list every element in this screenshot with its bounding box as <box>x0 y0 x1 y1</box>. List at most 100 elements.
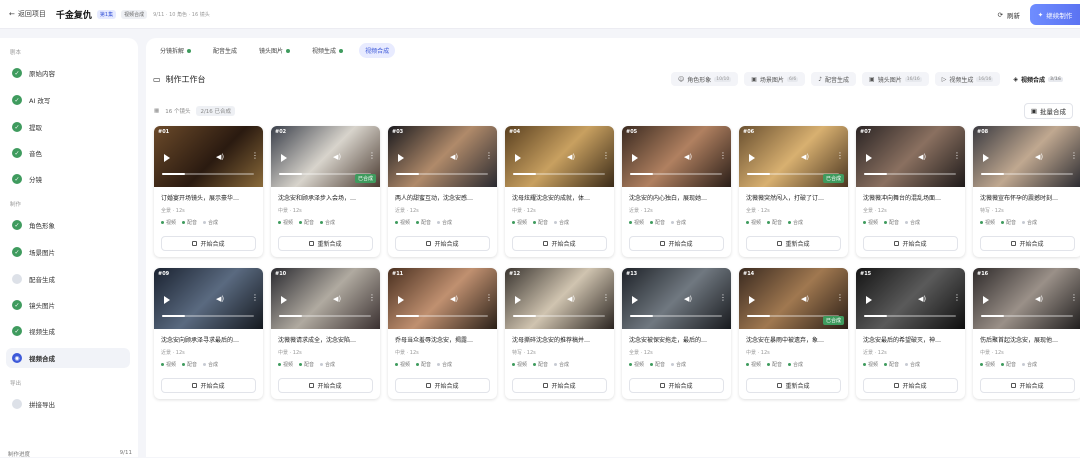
sidebar-item-storyboard[interactable]: ✓ 分镜 <box>12 174 42 184</box>
play-icon[interactable] <box>632 296 638 304</box>
sidebar-item-source[interactable]: ✓ 原始内容 <box>12 68 55 78</box>
volume-icon[interactable]: ◀) <box>1035 153 1043 161</box>
playback-progress[interactable] <box>864 173 956 175</box>
shot-video-thumbnail[interactable]: #07 ◀) ⋮ <box>856 126 965 187</box>
sidebar-item-characters[interactable]: ✓ 角色形象 <box>12 220 55 230</box>
volume-icon[interactable]: ◀) <box>918 295 926 303</box>
shot-video-thumbnail[interactable]: #06 ◀) ⋮ 已合成 <box>739 126 848 187</box>
sidebar-item-video-gen[interactable]: ✓ 视频生成 <box>12 326 55 336</box>
sidebar-item-shot-images[interactable]: ✓ 镜头图片 <box>12 300 55 310</box>
play-icon[interactable] <box>866 154 872 162</box>
compose-button[interactable]: 重新合成 <box>278 236 373 251</box>
shot-video-thumbnail[interactable]: #05 ◀) ⋮ <box>622 126 731 187</box>
volume-icon[interactable]: ◀) <box>801 153 809 161</box>
step-characters[interactable]: ☺ 角色形象 10/10 <box>671 72 739 86</box>
shot-video-thumbnail[interactable]: #03 ◀) ⋮ <box>388 126 497 187</box>
shot-card[interactable]: #05 ◀) ⋮ 沈念安的内心独白，展现她… 近景 · 12s 视频 配音 合成 开始合成 <box>622 126 731 257</box>
playback-progress[interactable] <box>396 315 488 317</box>
volume-icon[interactable]: ◀) <box>918 153 926 161</box>
more-vertical-icon[interactable]: ⋮ <box>368 152 376 160</box>
play-icon[interactable] <box>515 296 521 304</box>
playback-progress[interactable] <box>513 173 605 175</box>
compose-button[interactable]: 开始合成 <box>395 378 490 393</box>
playback-progress[interactable] <box>630 315 722 317</box>
playback-progress[interactable] <box>630 173 722 175</box>
playback-progress[interactable] <box>513 315 605 317</box>
shot-video-thumbnail[interactable]: #02 ◀) ⋮ 已合成 <box>271 126 380 187</box>
playback-progress[interactable] <box>981 173 1073 175</box>
tab-dubbing[interactable]: 配音生成 <box>207 43 243 58</box>
compose-button[interactable]: 开始合成 <box>629 236 724 251</box>
volume-icon[interactable]: ◀) <box>450 153 458 161</box>
more-vertical-icon[interactable]: ⋮ <box>485 294 493 302</box>
step-shot-images[interactable]: ▣ 镜头图片 16/16 <box>862 72 929 86</box>
sidebar-item-export[interactable]: 拼接导出 <box>12 399 55 409</box>
compose-button[interactable]: 开始合成 <box>161 236 256 251</box>
shot-video-thumbnail[interactable]: #04 ◀) ⋮ <box>505 126 614 187</box>
play-icon[interactable] <box>749 154 755 162</box>
shot-card[interactable]: #02 ◀) ⋮ 已合成 沈念安和顾承泽步入会场，… 中景 · 12s 视频 配音 合成 重新合成 <box>271 126 380 257</box>
compose-button[interactable]: 开始合成 <box>161 378 256 393</box>
more-vertical-icon[interactable]: ⋮ <box>719 152 727 160</box>
batch-compose-button[interactable]: ▣ 批量合成 <box>1023 103 1073 119</box>
more-vertical-icon[interactable]: ⋮ <box>602 294 610 302</box>
shot-card[interactable]: #16 ◀) ⋮ 伤后聚首起沈念安，展现他… 中景 · 12s 视频 配音 合成 开始合成 <box>973 268 1080 399</box>
volume-icon[interactable]: ◀) <box>1035 295 1043 303</box>
play-icon[interactable] <box>749 296 755 304</box>
shot-card[interactable]: #06 ◀) ⋮ 已合成 沈薇薇突然闯入，打破了订… 全景 · 12s 视频 配音 合成 重新合成 <box>739 126 848 257</box>
compose-button[interactable]: 开始合成 <box>980 236 1075 251</box>
compose-button[interactable]: 开始合成 <box>629 378 724 393</box>
playback-progress[interactable] <box>162 173 254 175</box>
play-icon[interactable] <box>983 296 989 304</box>
shot-video-thumbnail[interactable]: #09 ◀) ⋮ <box>154 268 263 329</box>
play-icon[interactable] <box>398 296 404 304</box>
volume-icon[interactable]: ◀) <box>450 295 458 303</box>
sidebar-item-voice[interactable]: ✓ 音色 <box>12 148 42 158</box>
volume-icon[interactable]: ◀) <box>801 295 809 303</box>
shot-card[interactable]: #10 ◀) ⋮ 沈薇薇请求成全，沈念安陷… 中景 · 12s 视频 配音 合成 开始合成 <box>271 268 380 399</box>
more-vertical-icon[interactable]: ⋮ <box>953 152 961 160</box>
play-icon[interactable] <box>866 296 872 304</box>
compose-button[interactable]: 重新合成 <box>746 236 841 251</box>
playback-progress[interactable] <box>981 315 1073 317</box>
back-button[interactable]: ← 返回项目 <box>9 9 46 19</box>
shot-card[interactable]: #13 ◀) ⋮ 沈念安被保安拖走，最后的… 全景 · 12s 视频 配音 合成 开始合成 <box>622 268 731 399</box>
more-vertical-icon[interactable]: ⋮ <box>719 294 727 302</box>
playback-progress[interactable] <box>864 315 956 317</box>
more-vertical-icon[interactable]: ⋮ <box>953 294 961 302</box>
volume-icon[interactable]: ◀) <box>684 153 692 161</box>
shot-video-thumbnail[interactable]: #08 ◀) ⋮ <box>973 126 1080 187</box>
shot-card[interactable]: #07 ◀) ⋮ 沈薇薇冲向舞台的混乱场面… 全景 · 12s 视频 配音 合成 开始合成 <box>856 126 965 257</box>
tab-compose[interactable]: 视频合成 <box>359 43 396 58</box>
volume-icon[interactable]: ◀) <box>567 295 575 303</box>
more-vertical-icon[interactable]: ⋮ <box>836 294 844 302</box>
compose-button[interactable]: 开始合成 <box>395 236 490 251</box>
shot-card[interactable]: #01 ◀) ⋮ 订婚宴开场镜头，展示豪华… 全景 · 12s 视频 配音 合成 开始合成 <box>154 126 263 257</box>
playback-progress[interactable] <box>162 315 254 317</box>
step-scenes[interactable]: ▣ 场景图片 6/6 <box>744 72 806 86</box>
more-vertical-icon[interactable]: ⋮ <box>485 152 493 160</box>
tab-storyboard[interactable]: 分镜拆解 <box>154 43 197 58</box>
play-icon[interactable] <box>164 154 170 162</box>
shot-card[interactable]: #11 ◀) ⋮ 乔母当众羞辱沈念安，揭露… 中景 · 12s 视频 配音 合成 开始合成 <box>388 268 497 399</box>
compose-button[interactable]: 开始合成 <box>980 378 1075 393</box>
sidebar-item-dubbing[interactable]: 配音生成 <box>12 274 55 284</box>
volume-icon[interactable]: ◀) <box>567 153 575 161</box>
shot-video-thumbnail[interactable]: #01 ◀) ⋮ <box>154 126 263 187</box>
shot-video-thumbnail[interactable]: #11 ◀) ⋮ <box>388 268 497 329</box>
play-icon[interactable] <box>632 154 638 162</box>
play-icon[interactable] <box>398 154 404 162</box>
volume-icon[interactable]: ◀) <box>684 295 692 303</box>
compose-button[interactable]: 重新合成 <box>746 378 841 393</box>
shot-card[interactable]: #08 ◀) ⋮ 沈薇薇宣布怀孕的震撼时刻… 特写 · 12s 视频 配音 合成 开始合成 <box>973 126 1080 257</box>
step-compose[interactable]: ◈ 视频合成 3/16 <box>1006 72 1070 86</box>
shot-video-thumbnail[interactable]: #14 ◀) ⋮ 已合成 <box>739 268 848 329</box>
compose-button[interactable]: 开始合成 <box>512 378 607 393</box>
volume-icon[interactable]: ◀) <box>333 153 341 161</box>
play-icon[interactable] <box>515 154 521 162</box>
volume-icon[interactable]: ◀) <box>216 295 224 303</box>
more-vertical-icon[interactable]: ⋮ <box>1070 294 1078 302</box>
compose-button[interactable]: 开始合成 <box>278 378 373 393</box>
more-vertical-icon[interactable]: ⋮ <box>602 152 610 160</box>
more-vertical-icon[interactable]: ⋮ <box>836 152 844 160</box>
